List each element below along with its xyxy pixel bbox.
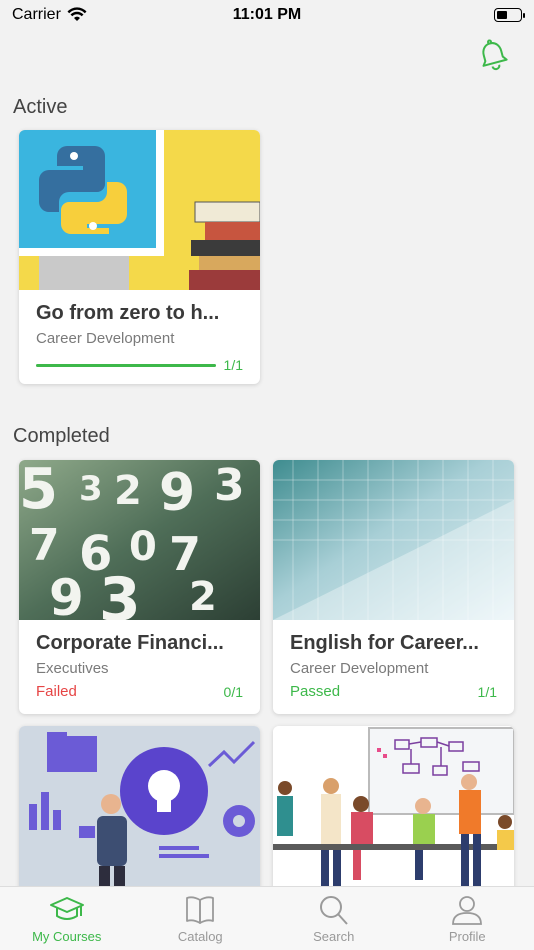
svg-text:7: 7 <box>169 527 201 581</box>
search-icon <box>319 895 348 925</box>
svg-text:3: 3 <box>214 460 245 511</box>
section-title-active: Active <box>13 96 68 118</box>
course-count: 1/1 <box>223 357 243 373</box>
tab-label: Profile <box>448 928 486 944</box>
course-title: Corporate Financi... <box>36 632 224 654</box>
course-status-row: Failed 0/1 <box>36 683 243 700</box>
svg-text:2: 2 <box>189 574 217 620</box>
tab-label: My Courses <box>32 928 102 944</box>
course-category: Career Development <box>36 330 175 347</box>
status-passed: Passed <box>290 683 341 700</box>
course-card[interactable]: 5 3 2 9 3 7 6 0 7 9 3 2 Corporate Financ… <box>19 460 260 714</box>
svg-text:0: 0 <box>129 524 157 570</box>
svg-text:7: 7 <box>29 520 60 571</box>
svg-text:3: 3 <box>79 469 103 509</box>
tab-bar: My Courses Catalog Search Profile <box>0 886 534 950</box>
bell-icon[interactable] <box>476 38 510 72</box>
course-image-lightbulb <box>19 726 260 886</box>
svg-text:9: 9 <box>49 569 84 620</box>
progress-bar <box>36 363 216 367</box>
tab-search[interactable]: Search <box>267 887 401 950</box>
book-icon <box>186 895 215 924</box>
status-bar: Carrier 11:01 PM <box>0 0 534 30</box>
course-image-python <box>19 130 260 290</box>
course-card-body: Go from zero to h... Career Development … <box>19 290 260 373</box>
battery-icon <box>494 8 525 22</box>
course-card[interactable]: English for Career... Career Development… <box>273 460 514 714</box>
graduation-cap-icon <box>49 896 84 920</box>
tab-my-courses[interactable]: My Courses <box>0 887 134 950</box>
tab-catalog[interactable]: Catalog <box>134 887 268 950</box>
course-category: Executives <box>36 660 109 677</box>
svg-text:2: 2 <box>114 468 142 514</box>
course-card-body: Corporate Financi... Executives Failed 0… <box>19 620 260 700</box>
course-category: Career Development <box>290 660 429 677</box>
svg-text:5: 5 <box>19 460 58 522</box>
section-title-completed: Completed <box>13 425 110 447</box>
tab-label: Catalog <box>177 928 223 944</box>
svg-text:3: 3 <box>99 565 141 620</box>
course-image-team <box>273 726 514 886</box>
person-icon <box>452 895 483 925</box>
course-card[interactable]: Go from zero to h... Career Development … <box>19 130 260 384</box>
svg-text:9: 9 <box>159 463 195 523</box>
wifi-icon <box>67 7 87 21</box>
course-title: Go from zero to h... <box>36 302 220 324</box>
course-image-numbers: 5 3 2 9 3 7 6 0 7 9 3 2 <box>19 460 260 620</box>
tab-label: Search <box>313 928 355 944</box>
status-left: Carrier <box>12 6 87 24</box>
status-failed: Failed <box>36 683 77 700</box>
progress-fill <box>36 363 216 367</box>
course-image-building <box>273 460 514 620</box>
course-card-body: English for Career... Career Development… <box>273 620 514 700</box>
tab-profile[interactable]: Profile <box>401 887 534 950</box>
course-status-row: Passed 1/1 <box>290 683 497 700</box>
course-progress-row: 1/1 <box>36 357 243 373</box>
course-count: 0/1 <box>223 683 243 700</box>
carrier-label: Carrier <box>12 6 61 23</box>
course-title: English for Career... <box>290 632 479 654</box>
course-count: 1/1 <box>477 683 497 700</box>
